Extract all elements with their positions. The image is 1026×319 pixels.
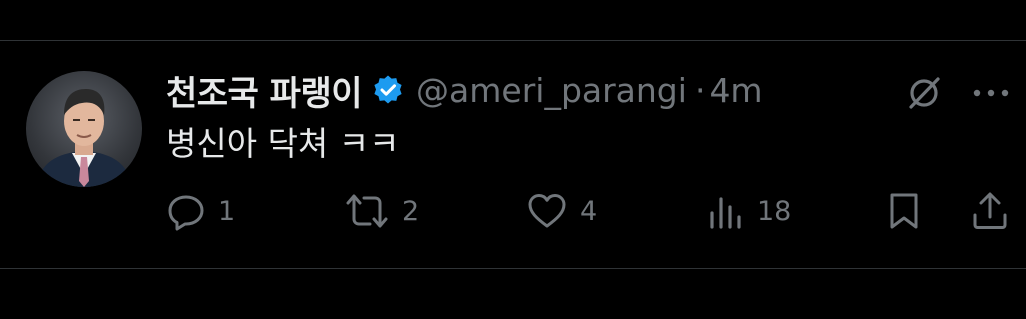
retweet-count: 2 bbox=[402, 195, 420, 227]
action-bar: 1 2 4 18 bbox=[0, 191, 1026, 231]
tweet-text: 병신아 닥쳐 ㅋㅋ bbox=[166, 124, 400, 163]
tweet-header: 천조국 파랭이 @ameri_parangi · 4m bbox=[166, 66, 763, 115]
bottom-divider bbox=[0, 268, 1026, 269]
share-icon bbox=[973, 192, 1007, 229]
user-handle[interactable]: @ameri_parangi bbox=[416, 71, 687, 110]
like-button[interactable]: 4 bbox=[526, 191, 597, 231]
reply-button[interactable]: 1 bbox=[166, 191, 235, 231]
separator-dot: · bbox=[694, 70, 706, 110]
retweet-button[interactable]: 2 bbox=[344, 191, 419, 231]
display-name[interactable]: 천조국 파랭이 bbox=[166, 66, 363, 115]
more-icon[interactable] bbox=[969, 79, 1013, 107]
avatar[interactable] bbox=[26, 71, 142, 187]
like-count: 4 bbox=[580, 195, 598, 227]
retweet-icon bbox=[346, 194, 388, 228]
timestamp[interactable]: 4m bbox=[709, 71, 762, 110]
views-icon bbox=[710, 197, 741, 229]
heart-icon bbox=[528, 194, 566, 228]
reply-count: 1 bbox=[218, 195, 236, 227]
views-count: 18 bbox=[757, 195, 792, 227]
bookmark-icon bbox=[890, 193, 918, 229]
tweet[interactable]: 천조국 파랭이 @ameri_parangi · 4m 병신아 닥쳐 ㅋㅋ 1 … bbox=[0, 41, 1026, 268]
share-button[interactable] bbox=[970, 191, 1010, 231]
bookmark-button[interactable] bbox=[886, 191, 922, 231]
verified-badge-icon bbox=[372, 74, 404, 106]
views-button[interactable]: 18 bbox=[707, 191, 791, 231]
grok-icon[interactable] bbox=[905, 74, 943, 112]
reply-icon bbox=[168, 195, 204, 231]
